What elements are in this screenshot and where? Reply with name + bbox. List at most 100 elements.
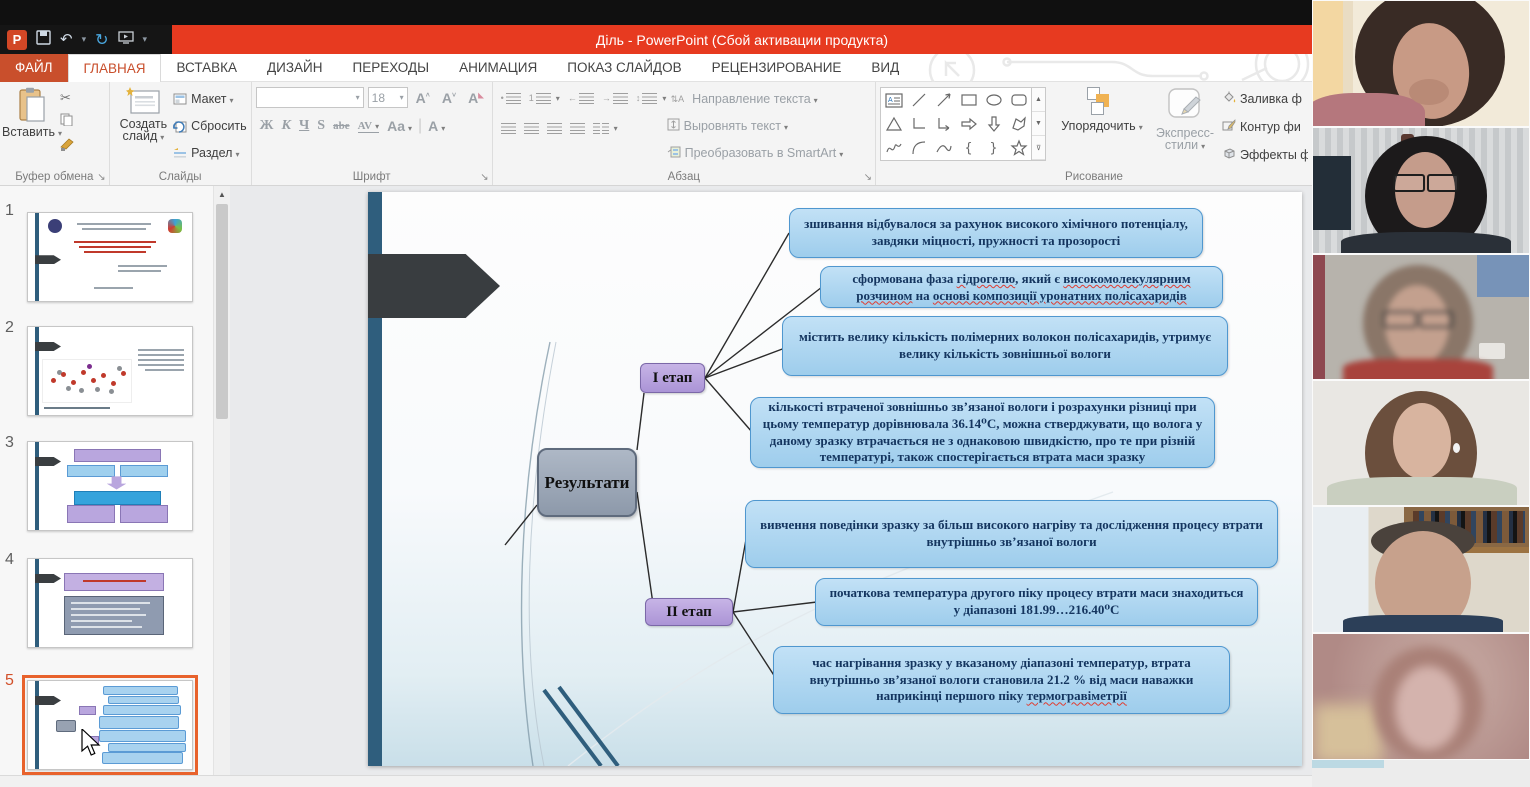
new-slide-button[interactable]: Создать слайд: [114, 87, 173, 165]
paragraph-dialog-launcher-icon[interactable]: ↘: [864, 172, 872, 183]
copy-icon[interactable]: [60, 113, 74, 131]
align-text-button[interactable]: Выровнять текст: [667, 114, 844, 138]
diagram-box-1[interactable]: зшивання відбувалося за рахунок високого…: [789, 208, 1203, 258]
font-size-combobox[interactable]: 18: [368, 87, 408, 108]
scrollbar-up-icon[interactable]: ▲: [214, 186, 230, 203]
diagram-stage1-shape[interactable]: І етап: [640, 363, 705, 393]
align-right-icon[interactable]: [547, 123, 562, 134]
shape-effects-button[interactable]: Эффекты ф: [1222, 143, 1308, 167]
start-slideshow-icon[interactable]: [118, 31, 134, 49]
shape-arrow-icon[interactable]: [931, 88, 956, 112]
scrollbar-thumb[interactable]: [216, 204, 228, 419]
shape-elbow-arrow-icon[interactable]: [931, 112, 956, 136]
tab-file[interactable]: ФАЙЛ: [0, 54, 68, 82]
shape-fill-button[interactable]: Заливка ф: [1222, 87, 1308, 111]
diagram-box-2[interactable]: сформована фаза гідрогелю, який є високо…: [820, 266, 1223, 308]
shape-right-brace-icon[interactable]: }: [981, 136, 1006, 160]
character-spacing-button[interactable]: AV: [358, 120, 380, 133]
shape-down-arrow-icon[interactable]: [981, 112, 1006, 136]
participant-video-6[interactable]: [1312, 633, 1530, 760]
participant-video-4[interactable]: [1312, 380, 1530, 506]
tab-home[interactable]: ГЛАВНАЯ: [68, 54, 162, 82]
thumbnail-slide-2[interactable]: [27, 326, 193, 416]
arrange-button[interactable]: Упорядочить: [1056, 87, 1148, 133]
quick-styles-button[interactable]: Экспресс- стили: [1148, 87, 1222, 152]
shape-left-brace-icon[interactable]: {: [956, 136, 981, 160]
redo-icon[interactable]: ↻: [95, 32, 108, 48]
sidebar-scroll-indicator[interactable]: [1312, 760, 1384, 768]
section-button[interactable]: Раздел: [173, 141, 247, 165]
clipboard-dialog-launcher-icon[interactable]: ↘: [97, 172, 105, 183]
layout-button[interactable]: Макет: [173, 87, 247, 111]
diagram-stage2-shape[interactable]: ІІ етап: [645, 598, 733, 626]
line-spacing-icon[interactable]: ↕: [636, 93, 667, 104]
powerpoint-app-icon[interactable]: P: [7, 30, 27, 50]
tab-slideshow[interactable]: ПОКАЗ СЛАЙДОВ: [552, 54, 696, 82]
customize-qat-icon[interactable]: ▾: [143, 34, 148, 45]
bullets-icon[interactable]: •: [501, 93, 521, 104]
shape-textbox-icon[interactable]: A: [881, 88, 906, 112]
shape-oval-icon[interactable]: [981, 88, 1006, 112]
shapes-scroll-up-icon[interactable]: ▲: [1032, 88, 1045, 112]
numbering-icon[interactable]: 1: [529, 93, 560, 104]
text-shadow-button[interactable]: S: [317, 118, 325, 134]
diagram-box-6[interactable]: початкова температура другого піку проце…: [815, 578, 1258, 626]
thumbnail-slide-3[interactable]: [27, 441, 193, 531]
thumbnail-slide-5-selected[interactable]: [27, 680, 193, 770]
shape-line-icon[interactable]: [906, 88, 931, 112]
shape-triangle-icon[interactable]: [881, 112, 906, 136]
shape-right-arrow-icon[interactable]: [956, 112, 981, 136]
participant-video-2[interactable]: [1312, 127, 1530, 254]
change-case-button[interactable]: Aa: [387, 118, 412, 134]
shape-star-icon[interactable]: [1006, 136, 1031, 160]
increase-indent-icon[interactable]: →: [602, 93, 628, 104]
diagram-box-3[interactable]: містить велику кількість полімерних воло…: [782, 316, 1228, 376]
strikethrough-button[interactable]: abe: [333, 120, 350, 132]
tab-review[interactable]: РЕЦЕНЗИРОВАНИЕ: [697, 54, 857, 82]
tab-insert[interactable]: ВСТАВКА: [161, 54, 252, 82]
font-dialog-launcher-icon[interactable]: ↘: [480, 172, 488, 183]
thumbnail-slide-1[interactable]: [27, 212, 193, 302]
shape-outline-button[interactable]: Контур фи: [1222, 115, 1308, 139]
tab-view[interactable]: ВИД: [856, 54, 914, 82]
format-painter-icon[interactable]: [60, 138, 74, 156]
shape-elbow-icon[interactable]: [906, 112, 931, 136]
clear-formatting-button[interactable]: А◣: [468, 90, 484, 106]
undo-icon[interactable]: ↶: [60, 32, 73, 47]
shape-scribble-icon[interactable]: [881, 136, 906, 160]
shape-arc-icon[interactable]: [906, 136, 931, 160]
shapes-more-icon[interactable]: ⊽: [1032, 136, 1045, 160]
tab-design[interactable]: ДИЗАЙН: [252, 54, 337, 82]
align-left-icon[interactable]: [501, 123, 516, 134]
underline-button[interactable]: Ч: [299, 118, 309, 134]
undo-dropdown-icon[interactable]: ▾: [82, 34, 87, 45]
save-icon[interactable]: [36, 30, 51, 50]
diagram-box-7[interactable]: час нагрівання зразку у вказаному діапаз…: [773, 646, 1230, 714]
participant-video-1[interactable]: [1312, 0, 1530, 127]
participant-video-5[interactable]: [1312, 506, 1530, 633]
text-direction-button[interactable]: ⇅A Направление текста: [667, 87, 844, 111]
diagram-box-4[interactable]: кількості втраченої зовнішньо зв’язаної …: [750, 397, 1215, 468]
cut-icon[interactable]: ✂: [60, 90, 74, 106]
tab-transitions[interactable]: ПЕРЕХОДЫ: [338, 54, 445, 82]
decrease-indent-icon[interactable]: ←: [568, 93, 594, 104]
convert-to-smartart-button[interactable]: Преобразовать в SmartArt: [667, 141, 844, 165]
shrink-font-button[interactable]: А˅: [442, 90, 456, 106]
grow-font-button[interactable]: А˄: [416, 90, 430, 106]
reset-button[interactable]: Сбросить: [173, 114, 247, 138]
columns-icon[interactable]: [593, 123, 618, 134]
diagram-root-shape[interactable]: Результати: [537, 448, 637, 517]
shape-freeform-icon[interactable]: [1006, 112, 1031, 136]
justify-icon[interactable]: [570, 123, 585, 134]
shape-rectangle-icon[interactable]: [956, 88, 981, 112]
font-name-combobox[interactable]: [256, 87, 364, 108]
tab-animations[interactable]: АНИМАЦИЯ: [444, 54, 552, 82]
diagram-box-5[interactable]: вивчення поведінки зразку за більш висок…: [745, 500, 1278, 568]
paste-button[interactable]: Вставить: [4, 87, 60, 156]
italic-button[interactable]: К: [282, 118, 292, 134]
participant-video-3[interactable]: [1312, 254, 1530, 380]
shape-curve-icon[interactable]: [931, 136, 956, 160]
shapes-scroll-down-icon[interactable]: ▼: [1032, 112, 1045, 136]
thumbnail-slide-4[interactable]: [27, 558, 193, 648]
slide-editor[interactable]: Результати І етап ІІ етап зшивання відбу…: [368, 192, 1302, 766]
